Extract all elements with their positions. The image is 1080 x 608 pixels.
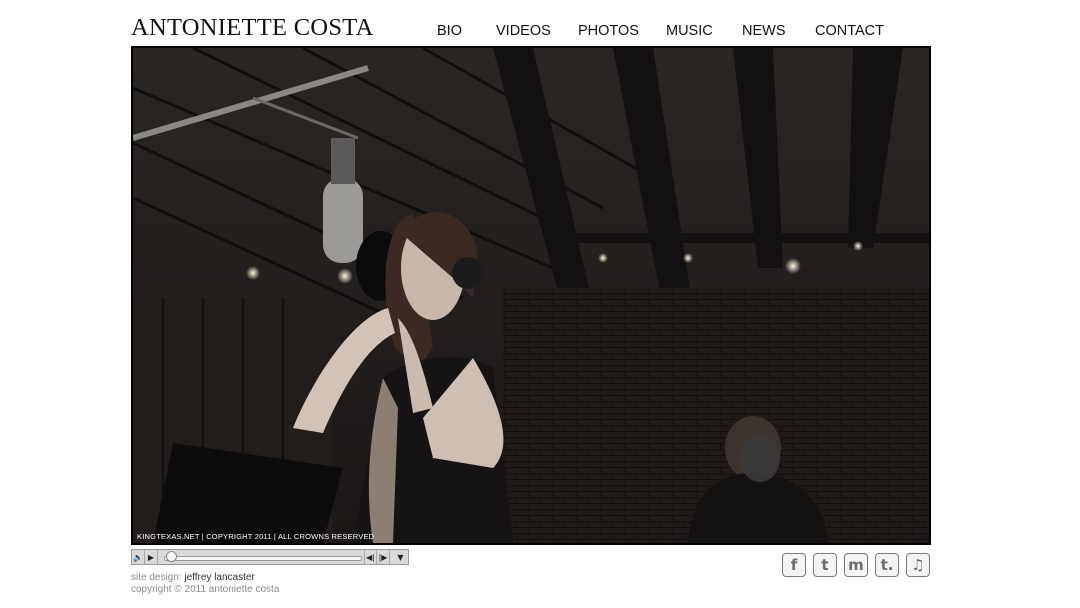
nav-bio[interactable]: BIO (437, 23, 462, 39)
tumblr-icon[interactable]: t. (875, 553, 899, 577)
footer: site design: jeffrey lancaster copyright… (131, 572, 279, 596)
facebook-icon[interactable]: f (782, 553, 806, 577)
twitter-icon[interactable]: t (813, 553, 837, 577)
nav-news[interactable]: NEWS (742, 23, 786, 39)
progress-knob[interactable] (166, 551, 177, 562)
previous-track-icon[interactable]: ◀| (364, 550, 377, 564)
audio-player: 🔈 ▶ ◀| |▶ ▼ (131, 549, 409, 565)
recording-studio-photo (133, 48, 929, 543)
nav-music[interactable]: MUSIC (666, 23, 713, 39)
next-track-icon[interactable]: |▶ (377, 550, 390, 564)
myspace-icon[interactable]: m (844, 553, 868, 577)
nav-contact[interactable]: CONTACT (815, 23, 884, 39)
dropdown-arrow-icon[interactable]: ▼ (394, 550, 407, 564)
main-photo: KINGTEXAS.NET | COPYRIGHT 2011 | ALL CRO… (131, 46, 931, 545)
main-nav: BIO VIDEOS PHOTOS MUSIC NEWS CONTACT (0, 23, 1080, 43)
photo-credit: KINGTEXAS.NET | COPYRIGHT 2011 | ALL CRO… (137, 532, 375, 541)
play-icon[interactable]: ▶ (145, 550, 158, 564)
progress-track[interactable] (164, 556, 362, 561)
speaker-icon[interactable]: 🔈 (132, 550, 145, 564)
designer-link[interactable]: jeffrey lancaster (184, 572, 254, 583)
copyright-text: copyright © 2011 antoniette costa (131, 584, 280, 595)
nav-photos[interactable]: PHOTOS (578, 23, 639, 39)
nav-videos[interactable]: VIDEOS (496, 23, 551, 39)
site-design-label: site design: (131, 572, 182, 583)
music-icon[interactable]: ♫ (906, 553, 930, 577)
